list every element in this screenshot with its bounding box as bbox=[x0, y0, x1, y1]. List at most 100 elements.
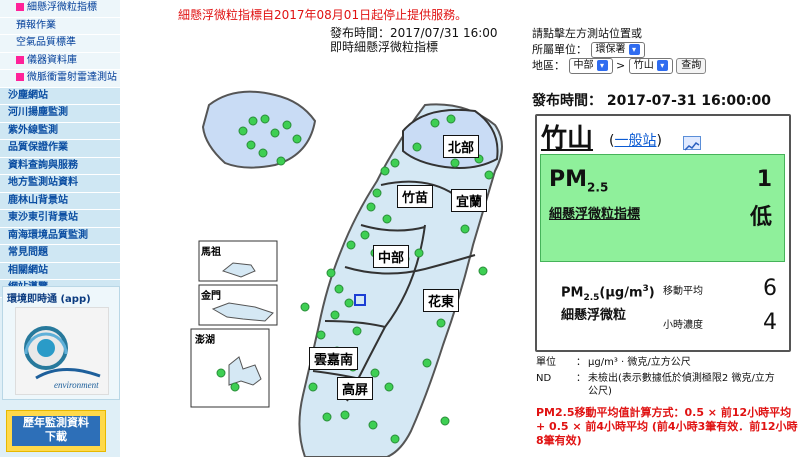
sidebar-item[interactable]: 微脈衝雷射雷達測站 bbox=[0, 70, 120, 88]
station-marker[interactable] bbox=[330, 310, 340, 320]
history-data-button[interactable]: 歷年監測資料 下載 bbox=[6, 410, 106, 452]
station-marker[interactable] bbox=[446, 114, 456, 124]
units-title-a: PM bbox=[561, 285, 584, 301]
station-marker[interactable] bbox=[372, 188, 382, 198]
station-marker[interactable] bbox=[430, 118, 440, 128]
region-label-yilan[interactable]: 宜蘭 bbox=[451, 189, 488, 212]
pm25-label: PM2.5 bbox=[549, 167, 608, 194]
sidebar-item[interactable]: 品質保證作業 bbox=[0, 140, 120, 158]
publish-time: 發布時間： 2017-07-31 16:00:00 bbox=[532, 93, 771, 109]
station-marker[interactable] bbox=[246, 140, 256, 150]
station-marker[interactable] bbox=[292, 134, 302, 144]
station-marker[interactable] bbox=[258, 148, 268, 158]
station-card: 竹山 (一般站) PM2.5 1 細懸浮微粒指標 低 PM2.5(μg/m3) … bbox=[535, 114, 791, 352]
app-panel[interactable]: 環境即時通 (app) environment bbox=[2, 286, 120, 400]
station-marker[interactable] bbox=[412, 142, 422, 152]
sidebar-item[interactable]: 沙塵網站 bbox=[0, 87, 120, 105]
moving-average-value: 6 bbox=[763, 276, 777, 301]
pm25-concentration-title: PM2.5(μg/m3) bbox=[561, 284, 655, 303]
sidebar-item[interactable]: 河川揚塵監測 bbox=[0, 105, 120, 123]
sidebar-item[interactable]: 南海環境品質監測 bbox=[0, 227, 120, 245]
station-marker[interactable] bbox=[484, 170, 494, 180]
station-marker[interactable] bbox=[316, 330, 326, 340]
station-marker[interactable] bbox=[422, 358, 432, 368]
region-label-gaoping[interactable]: 高屏 bbox=[337, 377, 374, 400]
station-marker[interactable] bbox=[276, 156, 286, 166]
station-marker[interactable] bbox=[368, 420, 378, 430]
station-marker[interactable] bbox=[216, 368, 226, 378]
app-logo-text: environment bbox=[54, 380, 99, 390]
sidebar-item[interactable]: 常見問題 bbox=[0, 245, 120, 263]
taiwan-map-svg[interactable] bbox=[125, 75, 520, 458]
station-marker[interactable] bbox=[366, 202, 376, 212]
query-button[interactable]: 查詢 bbox=[676, 58, 707, 74]
station-marker[interactable] bbox=[322, 412, 332, 422]
sidebar-item[interactable]: 空氣品質標準 bbox=[0, 35, 120, 53]
station-marker[interactable] bbox=[270, 128, 280, 138]
station-type-link[interactable]: 一般站 bbox=[614, 133, 656, 149]
hourly-concentration-label: 小時濃度 bbox=[663, 320, 703, 331]
station-marker[interactable] bbox=[230, 382, 240, 392]
station-marker[interactable] bbox=[300, 302, 310, 312]
station-marker[interactable] bbox=[326, 268, 336, 278]
station-marker[interactable] bbox=[478, 266, 488, 276]
region-taipei[interactable] bbox=[201, 90, 317, 169]
region-label-zhumiao[interactable]: 竹苗 bbox=[397, 185, 434, 208]
station-marker[interactable] bbox=[238, 126, 248, 136]
taiwan-map[interactable]: 北部 竹苗 宜蘭 中部 花東 雲嘉南 高屏 馬祖 金門 澎湖 bbox=[125, 75, 520, 458]
station-marker[interactable] bbox=[370, 368, 380, 378]
station-marker[interactable] bbox=[382, 214, 392, 224]
station-select-value: 竹山 bbox=[633, 60, 654, 71]
region-label-yunjianan[interactable]: 雲嘉南 bbox=[309, 347, 359, 370]
sidebar-item[interactable]: 鹿林山背景站 bbox=[0, 192, 120, 210]
area-select[interactable]: 中部 ▾ bbox=[568, 58, 613, 74]
station-marker[interactable] bbox=[352, 326, 362, 336]
station-marker[interactable] bbox=[334, 284, 344, 294]
station-type-close: ) bbox=[656, 133, 662, 149]
station-marker[interactable] bbox=[450, 158, 460, 168]
station-marker[interactable] bbox=[390, 158, 400, 168]
region-label-huadong[interactable]: 花東 bbox=[423, 289, 460, 312]
station-marker[interactable] bbox=[390, 434, 400, 444]
sidebar-item[interactable]: 預報作業 bbox=[0, 17, 120, 35]
station-marker[interactable] bbox=[460, 224, 470, 234]
region-label-north[interactable]: 北部 bbox=[443, 135, 480, 158]
sidebar-item-label: 常見問題 bbox=[8, 247, 48, 258]
sidebar-item-label: 南海環境品質監測 bbox=[8, 229, 88, 241]
region-label-central[interactable]: 中部 bbox=[373, 245, 410, 268]
station-marker[interactable] bbox=[346, 240, 356, 250]
station-marker[interactable] bbox=[380, 166, 390, 176]
agency-select[interactable]: 環保署 ▾ bbox=[590, 42, 645, 58]
station-marker[interactable] bbox=[260, 114, 270, 124]
note-colon: ： bbox=[576, 357, 586, 368]
sidebar-item[interactable]: 儀器資料庫 bbox=[0, 52, 120, 70]
station-marker[interactable] bbox=[440, 416, 450, 426]
pm25-label-main: PM bbox=[549, 167, 588, 192]
sidebar-item[interactable]: 地方監測站資料 bbox=[0, 175, 120, 193]
station-marker[interactable] bbox=[248, 116, 258, 126]
pm25-index-name[interactable]: 細懸浮微粒指標 bbox=[549, 201, 659, 229]
note-unit: 單位 ： μg/m³ · 微克/立方公尺 bbox=[536, 356, 778, 369]
units-title-b: (μg/m bbox=[599, 285, 643, 301]
moving-average-label: 移動平均 bbox=[663, 286, 703, 297]
sidebar-item[interactable]: 紫外線監測 bbox=[0, 122, 120, 140]
station-marker[interactable] bbox=[308, 382, 318, 392]
app-logo[interactable]: environment bbox=[15, 307, 109, 395]
station-marker[interactable] bbox=[340, 410, 350, 420]
sidebar-menu: 細懸浮微粒指標 預報作業 空氣品質標準 儀器資料庫 微脈衝雷射雷達測站 沙塵網站 河川揚塵監… bbox=[0, 0, 120, 298]
station-marker[interactable] bbox=[436, 318, 446, 328]
station-select[interactable]: 竹山 ▾ bbox=[628, 58, 673, 74]
station-marker[interactable] bbox=[344, 298, 354, 308]
sidebar-item[interactable]: 資料查詢與服務 bbox=[0, 157, 120, 175]
sidebar-item[interactable]: 細懸浮微粒指標 bbox=[0, 0, 120, 18]
sidebar-item[interactable]: 相關網站 bbox=[0, 262, 120, 280]
hourly-concentration-value: 4 bbox=[763, 310, 777, 335]
station-marker[interactable] bbox=[414, 248, 424, 258]
station-marker[interactable] bbox=[384, 382, 394, 392]
station-marker[interactable] bbox=[282, 120, 292, 130]
sidebar-item[interactable]: 東沙東引背景站 bbox=[0, 210, 120, 228]
map-publish-time: 發布時間：2017/07/31 16:00 bbox=[330, 26, 498, 40]
station-marker[interactable] bbox=[360, 230, 370, 240]
sidebar-item-label: 鹿林山背景站 bbox=[8, 194, 68, 206]
chart-icon[interactable] bbox=[683, 136, 701, 151]
